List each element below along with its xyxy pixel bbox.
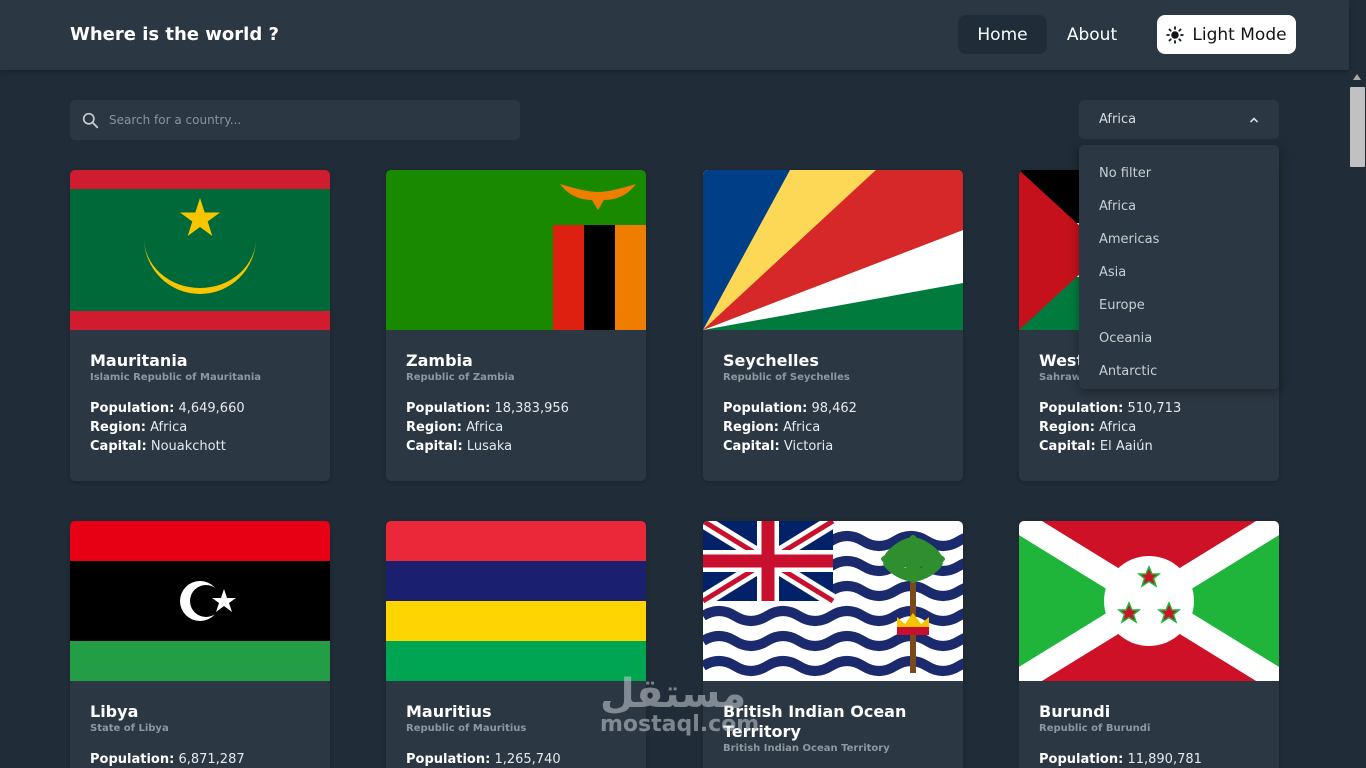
capital-line: Capital: El Aaiún bbox=[1039, 437, 1259, 456]
search-box[interactable] bbox=[70, 100, 520, 140]
country-name: Libya bbox=[90, 702, 139, 721]
country-official-name: Republic of Seychelles bbox=[723, 372, 850, 383]
capital-value: Lusaka bbox=[466, 439, 513, 454]
country-card-seychelles[interactable]: Seychelles Republic of Seychelles Popula… bbox=[703, 170, 963, 481]
population-line: Population: 4,649,660 bbox=[90, 399, 310, 418]
region-filter-menu: No filter Africa Americas Asia Europe Oc… bbox=[1079, 145, 1279, 389]
region-label: Region: bbox=[1039, 420, 1095, 435]
seychelles-flag bbox=[703, 170, 963, 330]
population-label: Population: bbox=[1039, 752, 1124, 767]
capital-label: Capital: bbox=[723, 439, 780, 454]
population-value: 18,383,956 bbox=[494, 401, 569, 416]
population-line: Population: 98,462 bbox=[723, 399, 943, 418]
capital-line: Capital: Nouakchott bbox=[90, 437, 310, 456]
region-label: Region: bbox=[723, 420, 779, 435]
population-line: Population: 1,265,740 bbox=[406, 750, 626, 768]
population-label: Population: bbox=[1039, 401, 1124, 416]
sun-icon bbox=[1166, 25, 1185, 44]
region-value: Africa bbox=[466, 420, 504, 435]
country-name: Seychelles bbox=[723, 351, 819, 370]
population-value: 1,265,740 bbox=[494, 752, 561, 767]
country-name: Burundi bbox=[1039, 702, 1111, 721]
region-line: Region: Africa bbox=[1039, 418, 1259, 437]
country-official-name: State of Libya bbox=[90, 723, 169, 734]
population-value: 510,713 bbox=[1127, 401, 1182, 416]
filter-option-europe[interactable]: Europe bbox=[1079, 289, 1279, 322]
population-label: Population: bbox=[90, 401, 175, 416]
filter-option-antarctic[interactable]: Antarctic bbox=[1079, 355, 1279, 388]
capital-value: Victoria bbox=[783, 439, 834, 454]
capital-value: El Aaiún bbox=[1099, 439, 1153, 454]
country-official-name: Republic of Zambia bbox=[406, 372, 515, 383]
app-title: Where is the world ? bbox=[70, 24, 279, 45]
capital-label: Capital: bbox=[1039, 439, 1096, 454]
region-line: Region: Africa bbox=[723, 418, 943, 437]
capital-line: Capital: Lusaka bbox=[406, 437, 626, 456]
region-label: Region: bbox=[406, 420, 462, 435]
home-nav-button[interactable]: Home bbox=[958, 15, 1047, 54]
capital-label: Capital: bbox=[90, 439, 147, 454]
light-mode-label: Light Mode bbox=[1192, 24, 1287, 45]
country-official-name: British Indian Ocean Territory bbox=[723, 743, 890, 754]
capital-line: Capital: Victoria bbox=[723, 437, 943, 456]
country-card-zambia[interactable]: Zambia Republic of Zambia Population: 18… bbox=[386, 170, 646, 481]
region-line: Region: Africa bbox=[90, 418, 310, 437]
watermark-arabic: مستقل bbox=[600, 671, 747, 717]
region-value: Africa bbox=[1099, 420, 1137, 435]
country-official-name: Republic of Burundi bbox=[1039, 723, 1151, 734]
about-nav-button[interactable]: About bbox=[1057, 15, 1127, 54]
watermark-latin: mostaql.com bbox=[600, 712, 760, 737]
population-line: Population: 18,383,956 bbox=[406, 399, 626, 418]
population-label: Population: bbox=[406, 752, 491, 767]
population-value: 6,871,287 bbox=[178, 752, 245, 767]
region-value: Africa bbox=[150, 420, 188, 435]
mostaql-watermark: مستقل mostaql.com bbox=[600, 672, 759, 737]
filter-option-asia[interactable]: Asia bbox=[1079, 256, 1279, 289]
population-value: 98,462 bbox=[811, 401, 857, 416]
mauritius-flag bbox=[386, 521, 646, 681]
region-label: Region: bbox=[90, 420, 146, 435]
filter-option-no-filter[interactable]: No filter bbox=[1079, 157, 1279, 190]
country-card-burundi[interactable]: Burundi Republic of Burundi Population: … bbox=[1019, 521, 1279, 768]
population-label: Population: bbox=[90, 752, 175, 767]
light-mode-toggle-button[interactable]: Light Mode bbox=[1157, 15, 1296, 54]
country-official-name: Republic of Mauritius bbox=[406, 723, 527, 734]
population-label: Population: bbox=[406, 401, 491, 416]
country-name: Zambia bbox=[406, 351, 473, 370]
burundi-flag bbox=[1019, 521, 1279, 681]
region-line: Region: Africa bbox=[406, 418, 626, 437]
population-line: Population: 6,871,287 bbox=[90, 750, 310, 768]
country-official-name: Islamic Republic of Mauritania bbox=[90, 372, 261, 383]
country-card-libya[interactable]: Libya State of Libya Population: 6,871,2… bbox=[70, 521, 330, 768]
population-label: Population: bbox=[723, 401, 808, 416]
filter-option-americas[interactable]: Americas bbox=[1079, 223, 1279, 256]
scrollbar-thumb[interactable] bbox=[1350, 87, 1365, 167]
population-value: 4,649,660 bbox=[178, 401, 245, 416]
search-icon bbox=[82, 112, 99, 128]
chevron-up-icon bbox=[1249, 116, 1259, 123]
population-line: Population: 11,890,781 bbox=[1039, 750, 1259, 768]
capital-value: Nouakchott bbox=[150, 439, 226, 454]
biot-flag bbox=[703, 521, 963, 681]
population-value: 11,890,781 bbox=[1127, 752, 1202, 767]
country-name: Mauritius bbox=[406, 702, 492, 721]
search-input[interactable] bbox=[109, 113, 489, 127]
vertical-scrollbar[interactable] bbox=[1349, 70, 1366, 768]
country-name: Mauritania bbox=[90, 351, 188, 370]
region-value: Africa bbox=[783, 420, 821, 435]
country-card-mauritania[interactable]: Mauritania Islamic Republic of Mauritani… bbox=[70, 170, 330, 481]
libya-flag bbox=[70, 521, 330, 681]
top-header: Where is the world ? Home About Light Mo… bbox=[0, 0, 1349, 70]
region-filter-value: Africa bbox=[1099, 112, 1137, 127]
capital-label: Capital: bbox=[406, 439, 463, 454]
scroll-up-icon[interactable] bbox=[1353, 74, 1361, 80]
mauritania-flag bbox=[70, 170, 330, 330]
filter-option-oceania[interactable]: Oceania bbox=[1079, 322, 1279, 355]
filter-option-africa[interactable]: Africa bbox=[1079, 190, 1279, 223]
zambia-flag bbox=[386, 170, 646, 330]
region-filter-select[interactable]: Africa bbox=[1079, 100, 1279, 139]
population-line: Population: 510,713 bbox=[1039, 399, 1259, 418]
